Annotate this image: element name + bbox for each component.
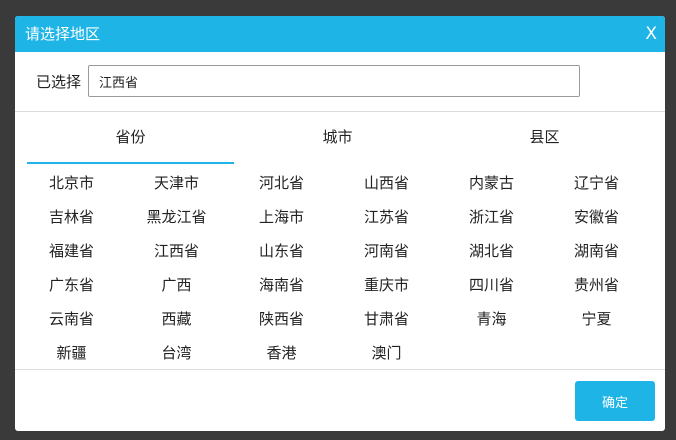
province-item[interactable]: 黑龙江省 bbox=[124, 200, 229, 230]
dialog-titlebar: 请选择地区 X bbox=[15, 16, 665, 52]
province-item[interactable]: 山东省 bbox=[229, 234, 334, 264]
region-tabs: 省份 城市 县区 bbox=[27, 112, 649, 164]
province-item[interactable]: 西藏 bbox=[124, 302, 229, 332]
province-item[interactable]: 吉林省 bbox=[19, 200, 124, 230]
province-item[interactable]: 安徽省 bbox=[544, 200, 649, 230]
province-item[interactable]: 湖北省 bbox=[439, 234, 544, 264]
province-item[interactable]: 上海市 bbox=[229, 200, 334, 230]
confirm-button[interactable]: 确定 bbox=[575, 381, 655, 421]
province-item[interactable]: 山西省 bbox=[334, 166, 439, 196]
selected-region-input[interactable] bbox=[88, 65, 580, 97]
province-item[interactable]: 海南省 bbox=[229, 268, 334, 298]
selected-row: 已选择 bbox=[15, 52, 665, 112]
province-item[interactable]: 陕西省 bbox=[229, 302, 334, 332]
province-item[interactable]: 浙江省 bbox=[439, 200, 544, 230]
tab-province[interactable]: 省份 bbox=[27, 112, 234, 164]
province-item[interactable]: 江苏省 bbox=[334, 200, 439, 230]
province-item[interactable]: 台湾 bbox=[124, 336, 229, 366]
province-item[interactable]: 内蒙古 bbox=[439, 166, 544, 196]
province-item[interactable]: 青海 bbox=[439, 302, 544, 332]
region-picker-dialog: 请选择地区 X 已选择 省份 城市 县区 北京市天津市河北省山西省内蒙古辽宁省吉… bbox=[15, 16, 665, 431]
selected-label: 已选择 bbox=[36, 73, 82, 91]
province-item[interactable]: 新疆 bbox=[19, 336, 124, 366]
close-button[interactable]: X bbox=[645, 16, 657, 52]
province-item[interactable]: 宁夏 bbox=[544, 302, 649, 332]
tab-city[interactable]: 城市 bbox=[234, 112, 441, 162]
province-item[interactable]: 北京市 bbox=[19, 166, 124, 196]
province-item[interactable]: 广西 bbox=[124, 268, 229, 298]
province-item[interactable]: 贵州省 bbox=[544, 268, 649, 298]
province-item[interactable]: 江西省 bbox=[124, 234, 229, 264]
province-item[interactable]: 云南省 bbox=[19, 302, 124, 332]
province-item[interactable]: 重庆市 bbox=[334, 268, 439, 298]
dialog-title: 请选择地区 bbox=[25, 25, 101, 43]
tab-county[interactable]: 县区 bbox=[441, 112, 648, 162]
province-item[interactable]: 湖南省 bbox=[544, 234, 649, 264]
province-item[interactable]: 广东省 bbox=[19, 268, 124, 298]
province-item[interactable]: 河南省 bbox=[334, 234, 439, 264]
province-item[interactable]: 福建省 bbox=[19, 234, 124, 264]
province-item[interactable]: 甘肃省 bbox=[334, 302, 439, 332]
province-item[interactable]: 香港 bbox=[229, 336, 334, 366]
dialog-footer: 确定 bbox=[15, 369, 665, 431]
province-item[interactable]: 天津市 bbox=[124, 166, 229, 196]
province-item[interactable]: 辽宁省 bbox=[544, 166, 649, 196]
province-item[interactable]: 四川省 bbox=[439, 268, 544, 298]
province-item[interactable]: 河北省 bbox=[229, 166, 334, 196]
province-item[interactable]: 澳门 bbox=[334, 336, 439, 366]
